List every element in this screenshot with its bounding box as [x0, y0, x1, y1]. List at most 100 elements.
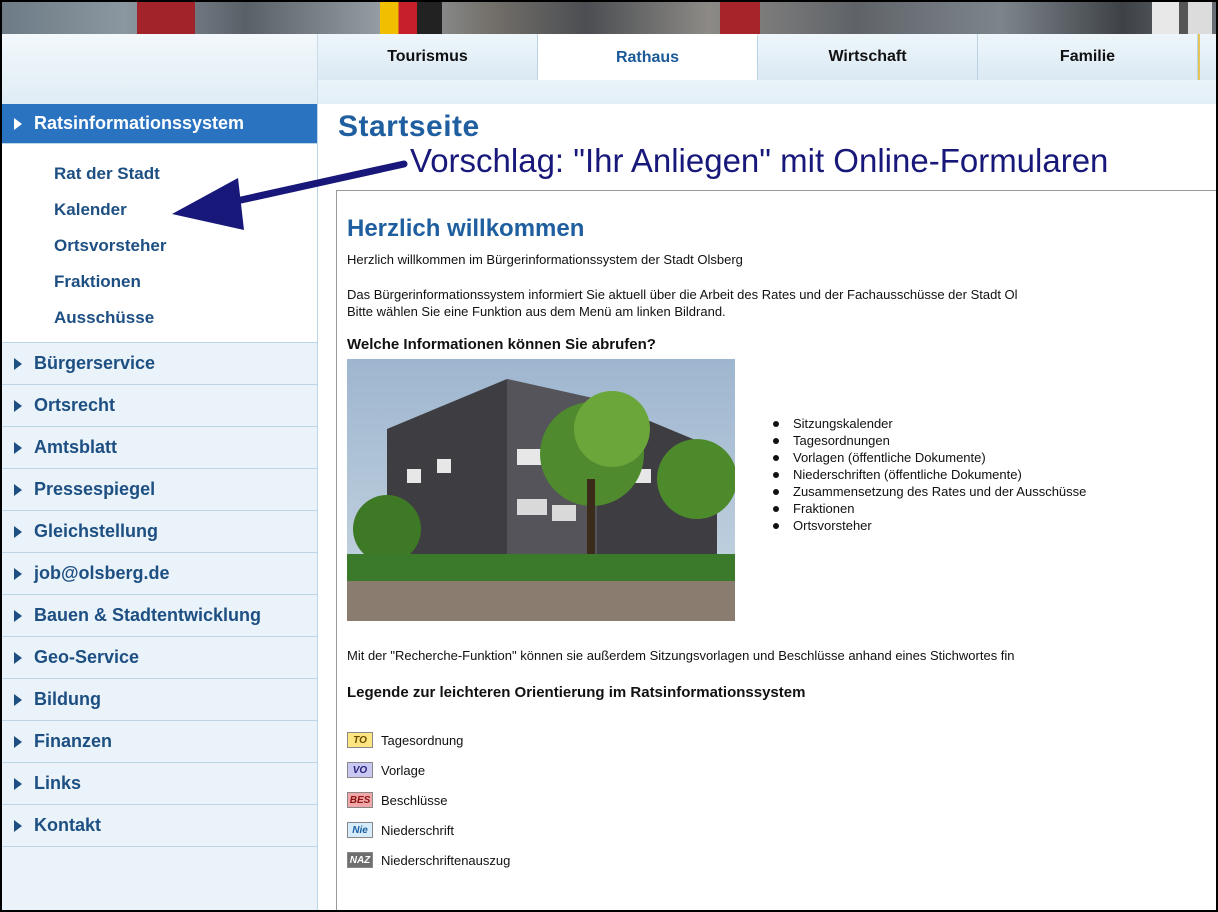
niederschrift-icon: Nie	[347, 822, 373, 838]
list-item: Tagesordnungen	[773, 432, 1086, 449]
list-item-label: Niederschriften (öffentliche Dokumente)	[793, 467, 1022, 482]
list-item-label: Ortsvorsteher	[793, 518, 872, 533]
list-item: Fraktionen	[773, 500, 1086, 517]
sidebar-item-kontakt[interactable]: Kontakt	[2, 805, 317, 847]
bullet-icon	[773, 522, 779, 529]
header-photo-detail	[1152, 2, 1212, 34]
bullet-icon	[773, 454, 779, 461]
sidebar-item-finanzen[interactable]: Finanzen	[2, 721, 317, 763]
info-heading: Welche Informationen können Sie abrufen?	[347, 336, 656, 353]
legend-label: Vorlage	[381, 762, 426, 778]
vorlage-icon: VO	[347, 762, 373, 778]
sidebar-item-label: Pressespiegel	[34, 479, 156, 499]
list-item-label: Tagesordnungen	[793, 433, 890, 448]
town-hall-photo	[347, 359, 735, 621]
welcome-text: Herzlich willkommen im Bürgerinformation…	[347, 252, 743, 267]
list-item-label: Vorlagen (öffentliche Dokumente)	[793, 450, 986, 465]
legend-row: BES Beschlüsse	[347, 785, 1216, 815]
legend-row: Nie Niederschrift	[347, 815, 1216, 845]
beschluesse-icon: BES	[347, 792, 373, 808]
search-info-text: Mit der "Recherche-Funktion" können sie …	[347, 648, 1015, 663]
triangle-right-icon	[14, 651, 22, 664]
sidebar-item-label: Kontakt	[34, 815, 101, 835]
sidebar-item-geo-service[interactable]: Geo-Service	[2, 637, 317, 679]
legend-heading: Legende zur leichteren Orientierung im R…	[347, 684, 806, 701]
bullet-icon	[773, 488, 779, 495]
list-item: Zusammensetzung des Rates und der Aussch…	[773, 483, 1086, 500]
sidebar-item-label: Bürgerservice	[34, 353, 156, 373]
sidebar-item-label: Amtsblatt	[34, 437, 118, 457]
sidebar-item-label: Bildung	[34, 689, 101, 709]
triangle-right-icon	[14, 693, 22, 706]
triangle-right-icon	[14, 735, 22, 748]
tab-overflow	[1198, 34, 1216, 80]
sidebar-item-amtsblatt[interactable]: Amtsblatt	[2, 427, 317, 469]
list-item-label: Fraktionen	[793, 501, 855, 516]
header-logo-area	[2, 34, 318, 104]
triangle-right-icon	[14, 525, 22, 538]
sidebar-item-label: Gleichstellung	[34, 521, 159, 541]
tab-wirtschaft[interactable]: Wirtschaft	[758, 34, 978, 80]
list-item-label: Zusammensetzung des Rates und der Aussch…	[793, 484, 1087, 499]
list-item: Niederschriften (öffentliche Dokumente)	[773, 466, 1086, 483]
sidebar-item-bildung[interactable]: Bildung	[2, 679, 317, 721]
sidebar-item-pressespiegel[interactable]: Pressespiegel	[2, 469, 317, 511]
bullet-icon	[773, 471, 779, 478]
sidebar-item-links[interactable]: Links	[2, 763, 317, 805]
info-section: Sitzungskalender Tagesordnungen Vorlagen…	[347, 359, 1216, 621]
bullet-icon	[773, 505, 779, 512]
sidebar-item-job[interactable]: job@olsberg.de	[2, 553, 317, 595]
header-photo-detail	[137, 2, 195, 34]
sidebar-item-label: Ratsinformationssystem	[34, 113, 245, 133]
header-photo-flags	[380, 2, 442, 34]
niederschriftenauszug-icon: NAZ	[347, 852, 373, 868]
subnav-item-fraktionen[interactable]: Fraktionen	[2, 264, 317, 300]
welcome-heading: Herzlich willkommen	[347, 215, 585, 242]
triangle-right-icon	[14, 357, 22, 370]
tab-familie[interactable]: Familie	[978, 34, 1198, 80]
legend-row: VO Vorlage	[347, 755, 1216, 785]
triangle-right-icon	[14, 117, 22, 130]
sidebar-item-label: Ortsrecht	[34, 395, 116, 415]
header-photo-detail	[720, 2, 760, 34]
sidebar-item-label: job@olsberg.de	[34, 563, 170, 583]
legend-label: Niederschriftenauszug	[381, 852, 511, 868]
tab-rathaus[interactable]: Rathaus	[538, 34, 758, 80]
sidebar-item-buergerservice[interactable]: Bürgerservice	[2, 343, 317, 385]
triangle-right-icon	[14, 399, 22, 412]
legend-label: Niederschrift	[381, 822, 454, 838]
legend-label: Tagesordnung	[381, 732, 464, 748]
tab-tourismus[interactable]: Tourismus	[318, 34, 538, 80]
top-navigation: Tourismus Rathaus Wirtschaft Familie	[318, 34, 1216, 80]
list-item-label: Sitzungskalender	[793, 416, 893, 431]
legend-row: NAZ Niederschriftenauszug	[347, 845, 1216, 875]
triangle-right-icon	[14, 819, 22, 832]
page-title: Startseite	[338, 110, 480, 143]
list-item: Vorlagen (öffentliche Dokumente)	[773, 449, 1086, 466]
intro-text: Das Bürgerinformationssystem informiert …	[347, 287, 1018, 302]
sidebar-item-gleichstellung[interactable]: Gleichstellung	[2, 511, 317, 553]
legend-label: Beschlüsse	[381, 792, 448, 808]
intro-text: Bitte wählen Sie eine Funktion aus dem M…	[347, 304, 726, 319]
list-item: Sitzungskalender	[773, 415, 1086, 432]
sidebar-item-ratsinformationssystem[interactable]: Ratsinformationssystem	[2, 104, 317, 144]
browser-page: Tourismus Rathaus Wirtschaft Familie Rat…	[0, 0, 1218, 912]
triangle-right-icon	[14, 483, 22, 496]
triangle-right-icon	[14, 777, 22, 790]
sidebar-item-label: Finanzen	[34, 731, 113, 751]
tagesordnung-icon: TO	[347, 732, 373, 748]
subnav-item-ausschuesse[interactable]: Ausschüsse	[2, 300, 317, 336]
info-list: Sitzungskalender Tagesordnungen Vorlagen…	[773, 415, 1086, 534]
list-item: Ortsvorsteher	[773, 517, 1086, 534]
bullet-icon	[773, 437, 779, 444]
sidebar-item-ortsrecht[interactable]: Ortsrecht	[2, 385, 317, 427]
header-photo-strip	[2, 2, 1216, 34]
annotation-text: Vorschlag: "Ihr Anliegen" mit Online-For…	[410, 142, 1109, 179]
triangle-right-icon	[14, 441, 22, 454]
sidebar-item-label: Links	[34, 773, 82, 793]
triangle-right-icon	[14, 609, 22, 622]
sidebar-item-label: Bauen & Stadtentwicklung	[34, 605, 262, 625]
sidebar-item-bauen[interactable]: Bauen & Stadtentwicklung	[2, 595, 317, 637]
